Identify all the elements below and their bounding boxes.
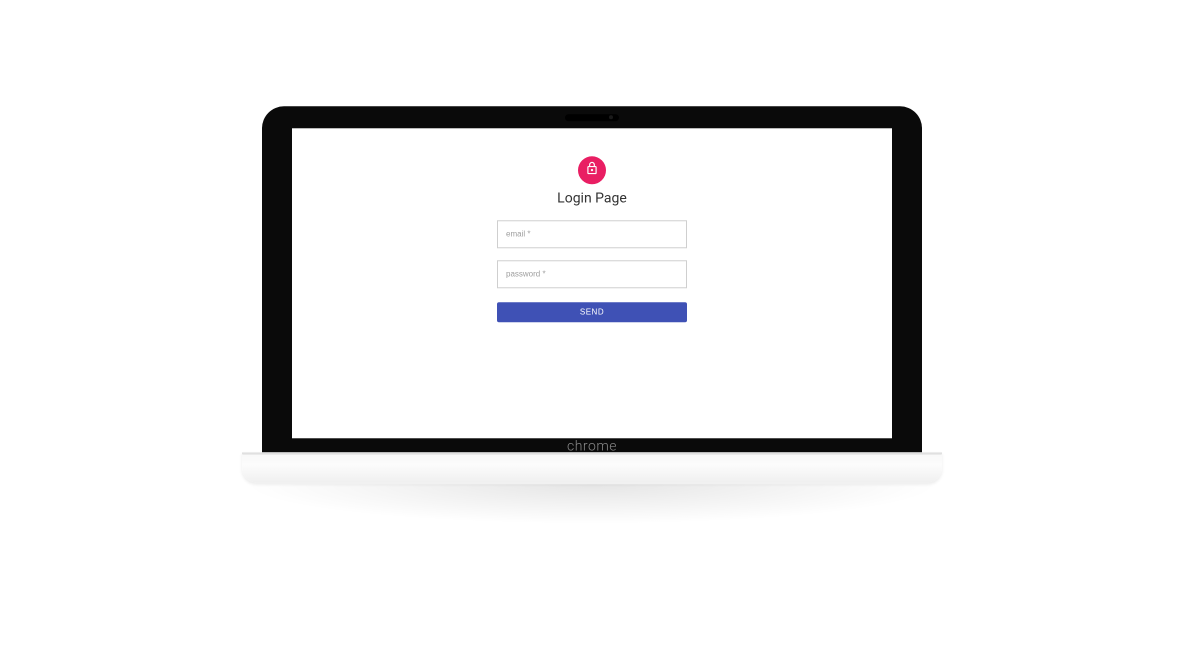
page-title: Login Page [557,190,627,206]
email-field[interactable] [497,220,687,248]
password-field[interactable] [497,260,687,288]
lock-icon [585,160,599,179]
laptop-shadow [242,484,942,524]
laptop-frame: Login Page SEND chrome [262,106,922,524]
laptop-bezel: Login Page SEND chrome [262,106,922,452]
screen-content: Login Page SEND [292,128,892,438]
lock-avatar [578,156,606,184]
camera-dot [609,115,613,119]
camera-notch [565,114,619,121]
send-button[interactable]: SEND [497,302,687,322]
laptop-base [242,452,942,482]
